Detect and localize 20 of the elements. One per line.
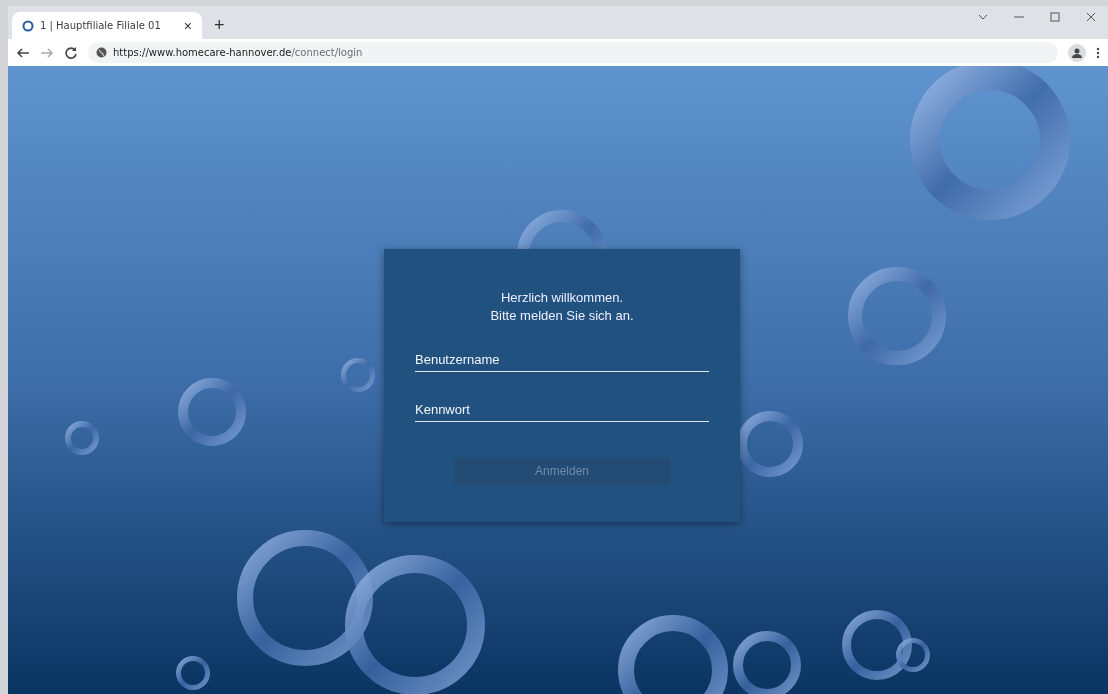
menu-icon[interactable] <box>1096 46 1100 59</box>
tab-title: 1 | Hauptfiliale Filiale 01 <box>40 20 162 31</box>
url-text: https://www.homecare-hannover.de/connect/login <box>113 47 363 58</box>
person-icon <box>1072 47 1082 58</box>
close-icon[interactable] <box>1086 12 1096 22</box>
close-tab-button[interactable]: × <box>183 17 192 34</box>
chevron-down-icon[interactable] <box>978 12 988 22</box>
maximize-icon[interactable] <box>1050 12 1060 22</box>
globe-icon[interactable] <box>96 47 107 58</box>
welcome-text: Herzlich willkommen. <box>500 288 624 307</box>
back-icon[interactable] <box>16 45 30 60</box>
new-tab-button[interactable]: + <box>210 15 229 36</box>
browser-tab[interactable]: 1 | Hauptfiliale Filiale 01 × <box>12 12 202 39</box>
profile-button[interactable] <box>1068 43 1086 62</box>
instruction-text: Bitte melden Sie sich an. <box>490 306 634 325</box>
ring-icon <box>22 19 34 32</box>
password-field[interactable]: Kennwort <box>415 401 709 422</box>
address-bar[interactable]: https://www.homecare-hannover.de/connect/login <box>88 42 1058 63</box>
reload-icon[interactable] <box>64 45 78 60</box>
username-field[interactable]: Benutzername <box>415 351 709 372</box>
